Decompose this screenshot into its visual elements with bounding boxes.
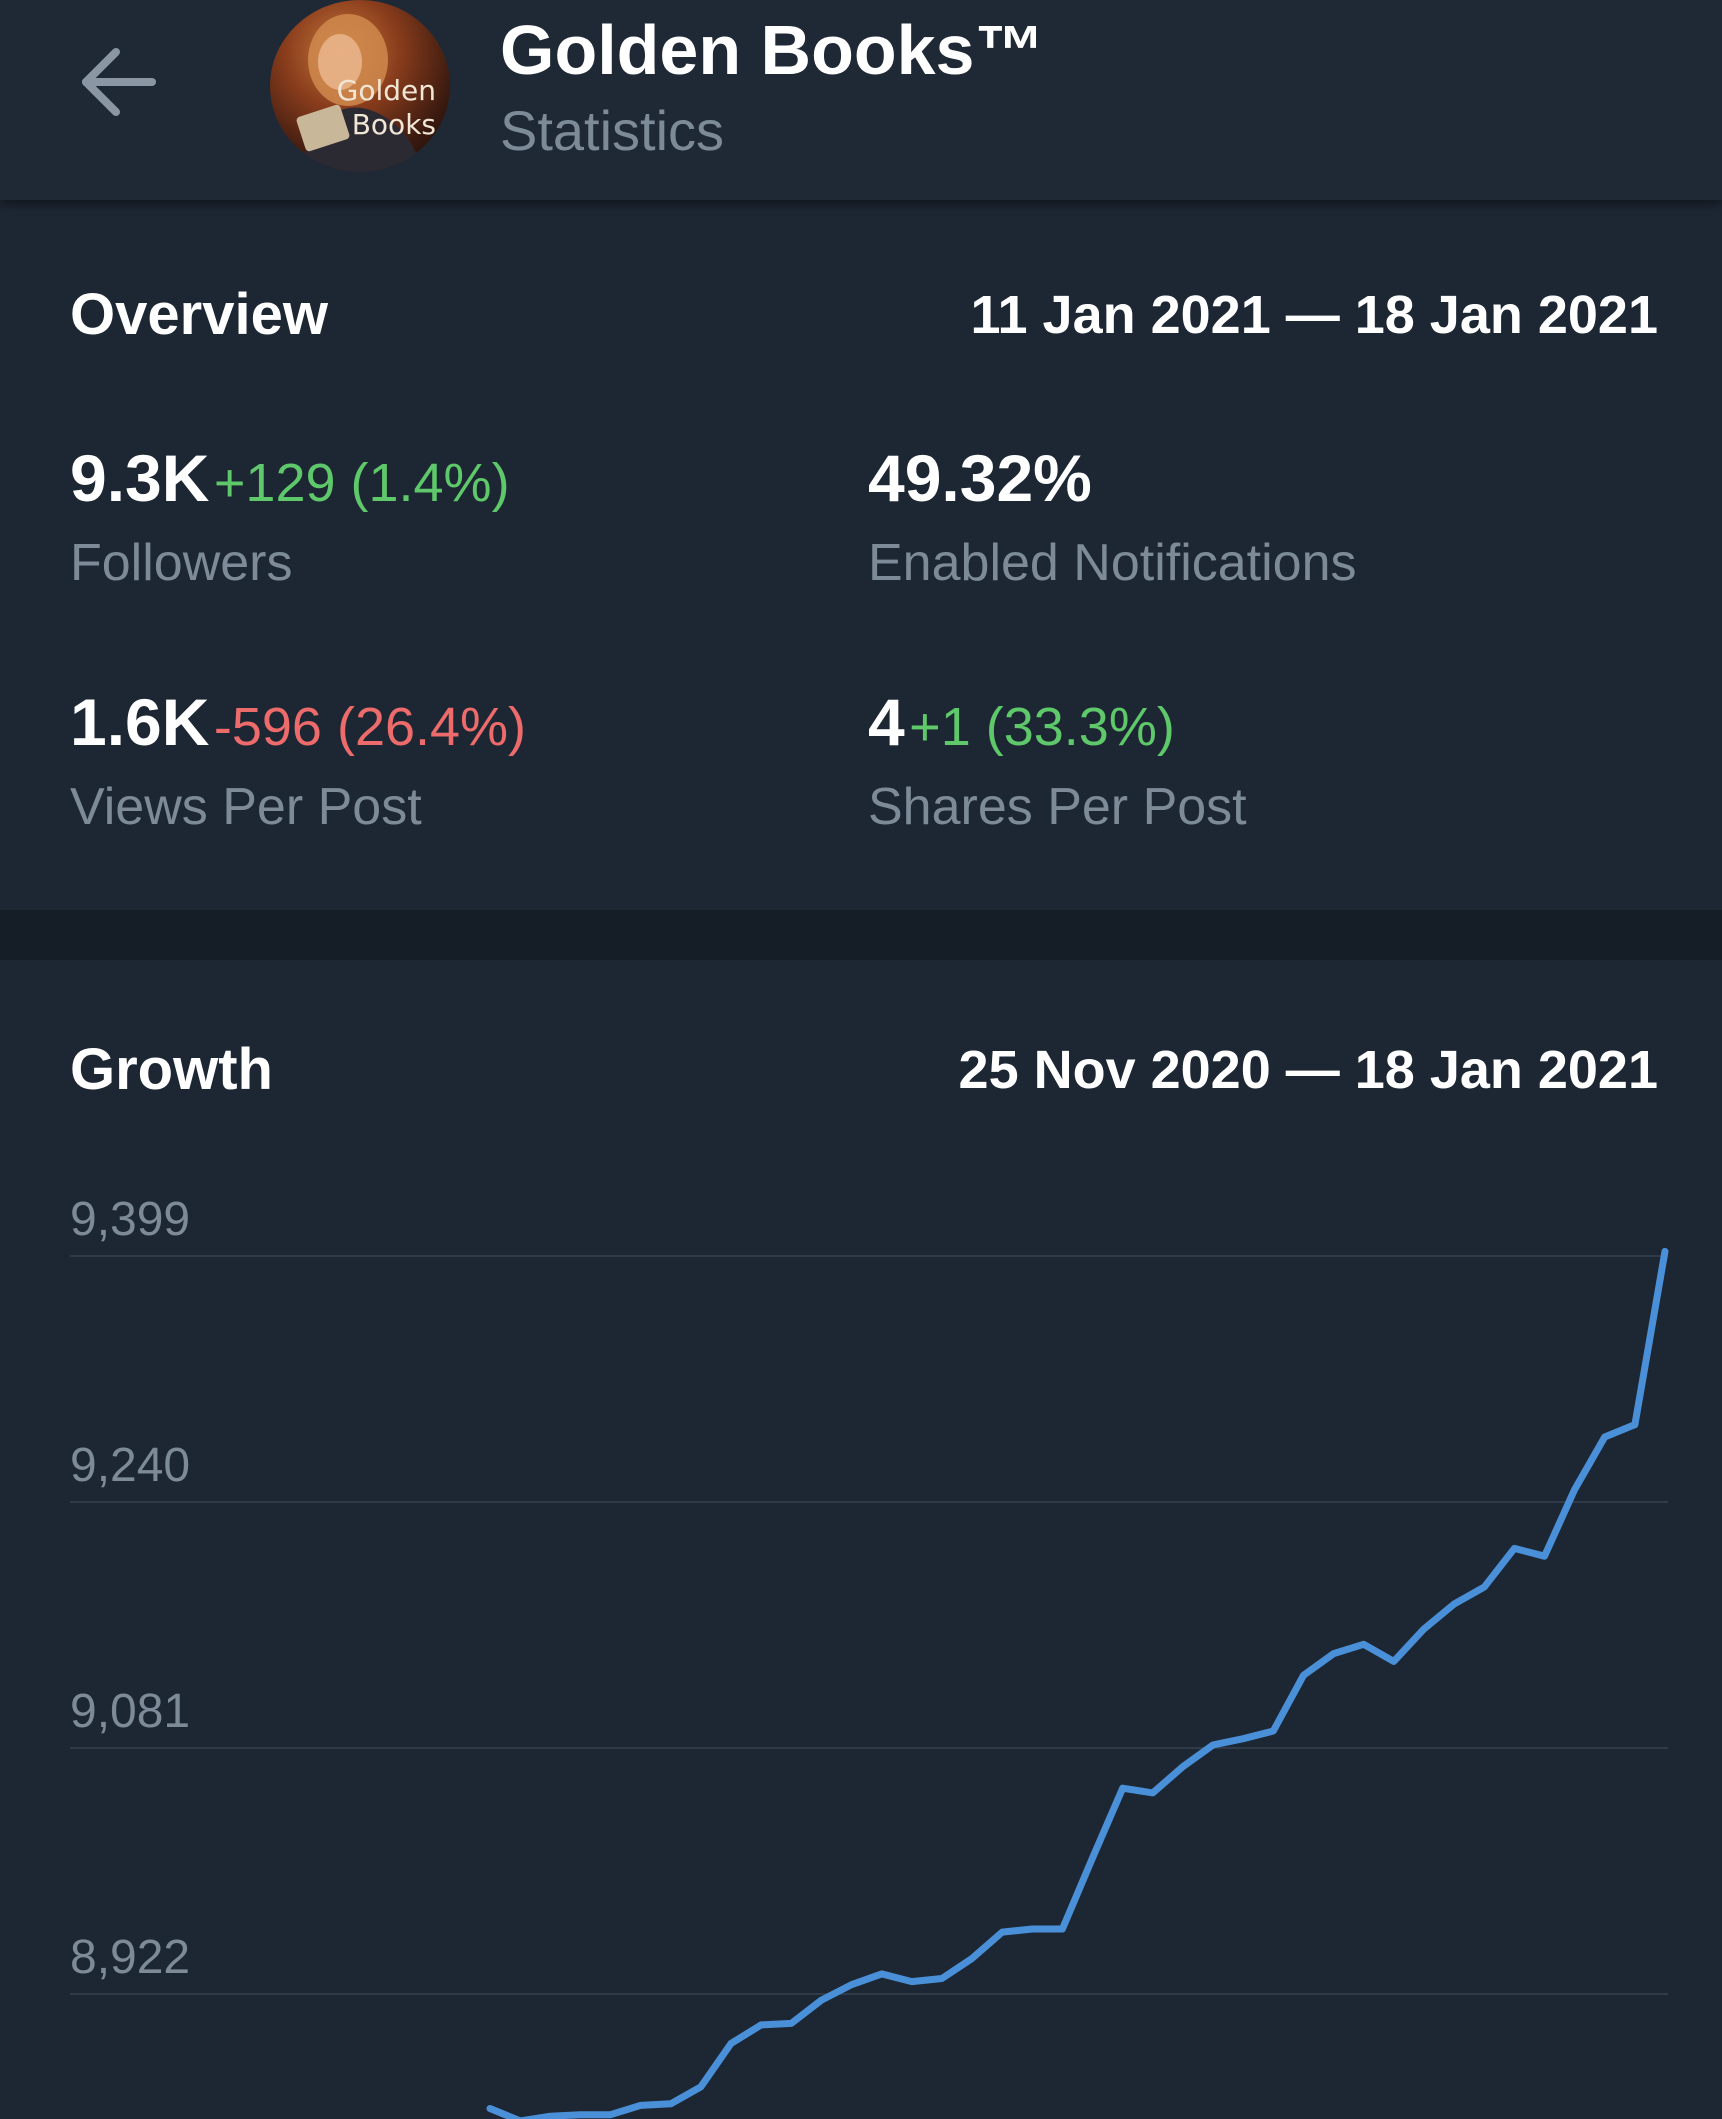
stat-notifications-value: 49.32%	[868, 441, 1092, 515]
statistics-screen: Golden Books Golden Books™ Statistics Ov…	[0, 0, 1722, 2119]
stat-notifications-label: Enabled Notifications	[868, 534, 1357, 592]
stat-followers: 9.3K +129 (1.4%)	[70, 438, 510, 523]
back-button[interactable]	[78, 40, 162, 124]
arrow-left-icon	[82, 48, 156, 116]
avatar-logo-text-line1: Golden	[336, 74, 436, 107]
stat-views: 1.6K -596 (26.4%)	[70, 682, 526, 767]
stat-followers-value: 9.3K	[70, 441, 210, 515]
growth-title: Growth	[70, 1037, 273, 1102]
channel-title: Golden Books™	[500, 11, 1045, 89]
stat-shares-value: 4	[868, 685, 905, 759]
stat-shares-label: Shares Per Post	[868, 778, 1247, 836]
overview-title: Overview	[70, 282, 328, 347]
stat-shares-delta: +1 (33.3%)	[909, 697, 1175, 757]
stat-views-delta: -596 (26.4%)	[213, 697, 527, 757]
growth-chart[interactable]	[0, 1140, 1722, 2119]
stat-shares: 4 +1 (33.3%)	[868, 682, 1175, 767]
app-header: Golden Books Golden Books™ Statistics	[0, 0, 1722, 200]
growth-date-range: 25 Nov 2020 — 18 Jan 2021	[958, 1040, 1658, 1100]
stat-views-label: Views Per Post	[70, 778, 422, 836]
section-divider	[0, 910, 1722, 960]
stat-notifications: 49.32%	[868, 438, 1092, 518]
stat-followers-delta: +129 (1.4%)	[213, 453, 510, 513]
stat-followers-label: Followers	[70, 534, 293, 592]
avatar[interactable]: Golden Books	[270, 0, 450, 172]
avatar-logo-text-line2: Books	[351, 108, 436, 141]
overview-date-range: 11 Jan 2021 — 18 Jan 2021	[970, 285, 1658, 345]
growth-series-line	[486, 1247, 1669, 2119]
page-subtitle: Statistics	[500, 99, 725, 162]
stat-views-value: 1.6K	[70, 685, 210, 759]
